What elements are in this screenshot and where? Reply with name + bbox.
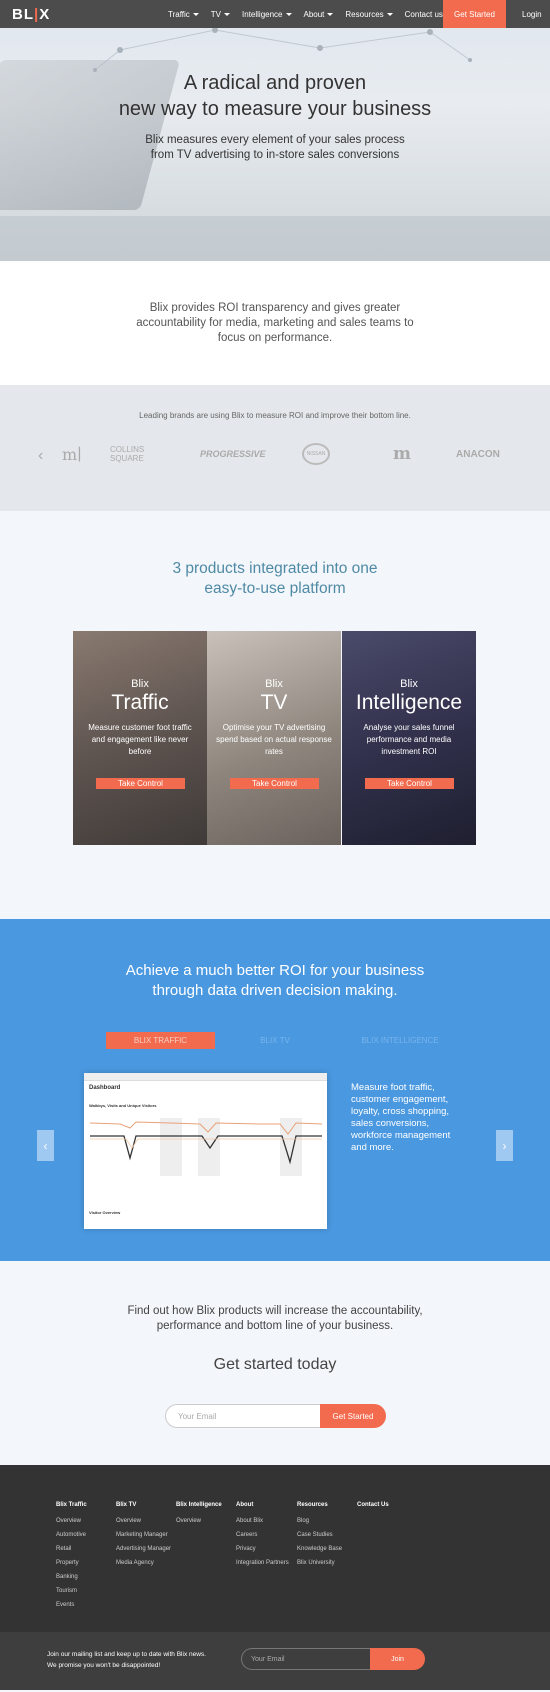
tab-blix-intelligence[interactable]: BLIX INTELLIGENCE xyxy=(340,1032,460,1049)
footer-col-resources: Resources Blog Case Studies Knowledge Ba… xyxy=(297,1502,343,1566)
hero: A radical and proven new way to measure … xyxy=(0,0,550,261)
get-started-button[interactable]: Get Started xyxy=(320,1404,386,1428)
footer: Blix Traffic Overview Automotive Retail … xyxy=(0,1465,550,1632)
footer-col-blix-traffic: Blix Traffic Overview Automotive Retail … xyxy=(56,1502,87,1608)
network-lines-decoration xyxy=(93,27,472,72)
join-button[interactable]: Join xyxy=(370,1648,425,1670)
roi-description: Measure foot traffic, customer engagemen… xyxy=(351,1082,451,1153)
take-control-button[interactable]: Take Control xyxy=(365,778,454,789)
product-card-intelligence[interactable]: Blix Intelligence Analyse your sales fun… xyxy=(342,631,476,845)
screenshot-line-chart xyxy=(90,1118,322,1176)
chevron-down-icon xyxy=(224,12,231,16)
email-field[interactable]: Your Email xyxy=(165,1404,320,1428)
brand-logo-anacon: ANACON xyxy=(456,448,500,460)
footer-col-blix-intelligence: Blix Intelligence Overview xyxy=(176,1502,222,1524)
screenshot-title: Dashboard xyxy=(89,1085,121,1091)
chevron-down-icon xyxy=(285,12,292,16)
roi-title: Achieve a much better ROI for your busin… xyxy=(125,962,425,999)
nav-item-about[interactable]: About xyxy=(304,10,334,19)
brand-logo-collins-square: COLLINS SQUARE xyxy=(110,445,145,463)
mailing-list-bar: Join our mailing list and keep up to dat… xyxy=(0,1632,550,1690)
tab-blix-tv[interactable]: BLIX TV xyxy=(245,1032,305,1049)
mailing-list-text: Join our mailing list and keep up to dat… xyxy=(47,1651,206,1669)
nav-item-contact[interactable]: Contact us xyxy=(405,10,443,19)
brand-logo-progressive: PROGRESSIVE xyxy=(200,449,266,459)
hero-title: A radical and proven new way to measure … xyxy=(118,72,432,120)
brand-logo-m: m xyxy=(393,444,411,464)
intro-text: Blix provides ROI transparency and gives… xyxy=(136,301,414,344)
footer-col-about: About About Blix Careers Privacy Integra… xyxy=(236,1502,289,1566)
nav-get-started-button[interactable]: Get Started xyxy=(443,0,506,28)
products-section: 3 products integrated into one easy-to-u… xyxy=(0,511,550,919)
brand-logo-nissan: NISSAN xyxy=(302,443,330,465)
nav-item-resources[interactable]: Resources xyxy=(345,10,393,19)
screenshot-panel-title: Visitor Overview xyxy=(89,1210,121,1215)
screenshot-chart-title: Walkbys, Visits and Unique Visitors xyxy=(89,1103,157,1108)
logo[interactable]: BL|X xyxy=(12,6,132,23)
tab-blix-traffic[interactable]: BLIX TRAFFIC xyxy=(106,1032,215,1049)
footer-col-contact: Contact Us xyxy=(357,1502,389,1508)
screenshot-tabbar xyxy=(84,1073,327,1081)
intro-section: Blix provides ROI transparency and gives… xyxy=(0,261,550,385)
nav-item-intelligence[interactable]: Intelligence xyxy=(242,10,292,19)
roi-section: Achieve a much better ROI for your busin… xyxy=(0,919,550,1261)
chevron-down-icon xyxy=(327,12,334,16)
dashboard-screenshot: Dashboard Walkbys, Visits and Unique Vis… xyxy=(84,1073,327,1229)
take-control-button[interactable]: Take Control xyxy=(96,778,185,789)
get-started-text: Find out how Blix products will increase… xyxy=(127,1305,423,1332)
product-card-tv[interactable]: Blix TV Optimise your TV advertising spe… xyxy=(207,631,341,845)
brands-section: Leading brands are using Blix to measure… xyxy=(0,385,550,511)
get-started-section: Find out how Blix products will increase… xyxy=(0,1261,550,1465)
hero-subtitle: Blix measures every element of your sale… xyxy=(145,134,405,161)
product-card-traffic[interactable]: Blix Traffic Measure customer foot traff… xyxy=(73,631,207,845)
take-control-button[interactable]: Take Control xyxy=(230,778,319,789)
login-link[interactable]: Login xyxy=(522,0,542,28)
chevron-right-icon[interactable]: › xyxy=(496,1130,513,1161)
get-started-title: Get started today xyxy=(213,1356,337,1373)
footer-col-blix-tv: Blix TV Overview Marketing Manager Adver… xyxy=(116,1502,172,1566)
brand-logo-mw: m∣ xyxy=(62,444,82,464)
nav-item-tv[interactable]: TV xyxy=(211,10,231,19)
chevron-down-icon xyxy=(192,12,199,16)
chevron-left-icon[interactable]: ‹ xyxy=(37,1130,54,1161)
chevron-left-icon[interactable]: ‹ xyxy=(38,447,43,465)
products-title: 3 products integrated into one easy-to-u… xyxy=(172,560,378,597)
nav-menu: Traffic TV Intelligence About Resources … xyxy=(168,10,443,19)
top-nav: BL|X Traffic TV Intelligence About Resou… xyxy=(0,0,550,28)
mailing-email-field[interactable]: Your Email xyxy=(241,1648,371,1670)
chevron-down-icon xyxy=(386,12,393,16)
brands-text: Leading brands are using Blix to measure… xyxy=(139,411,411,420)
nav-item-traffic[interactable]: Traffic xyxy=(168,10,199,19)
